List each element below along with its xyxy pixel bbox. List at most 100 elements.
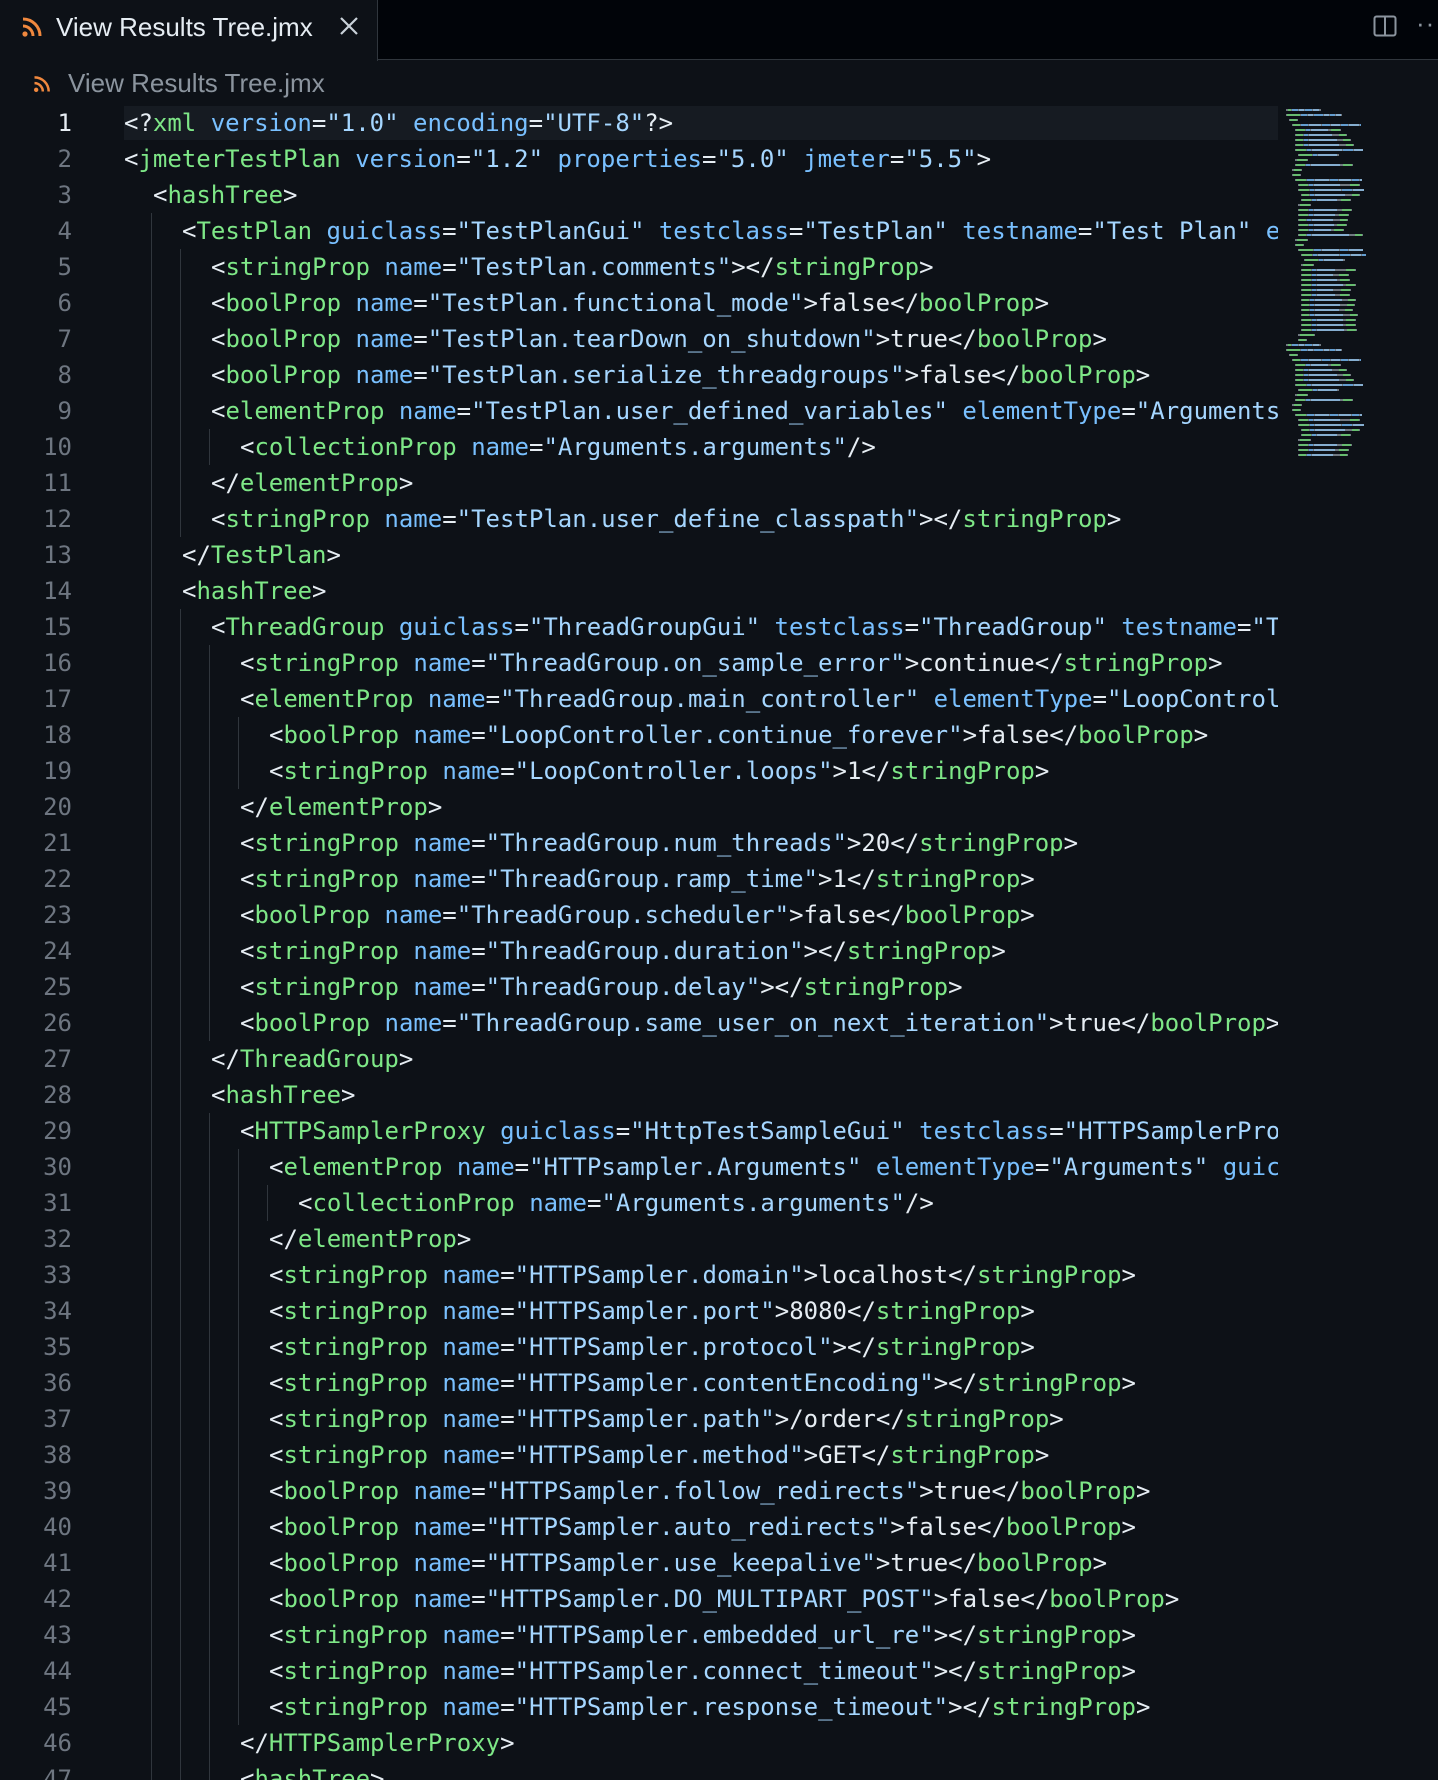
token-attr: name xyxy=(427,685,486,713)
code-line[interactable]: 10 <collectionProp name="Arguments.argume… xyxy=(0,429,1280,465)
minimap[interactable] xyxy=(1282,105,1438,465)
token-str: "ThreadGroup.main_controller" xyxy=(500,685,920,713)
minimap-mark xyxy=(1337,154,1339,156)
minimap-mark xyxy=(1336,349,1341,351)
token-punc xyxy=(428,1333,442,1361)
token-punc: ></ xyxy=(919,505,963,533)
code-line[interactable]: 40 <boolProp name="HTTPSampler.auto_redir… xyxy=(0,1509,1280,1545)
minimap-mark xyxy=(1349,234,1355,236)
code-line[interactable]: 11 </elementProp> xyxy=(0,465,1280,501)
minimap-mark xyxy=(1307,414,1314,416)
code-line[interactable]: 2 <jmeterTestPlan version="1.2" propertie… xyxy=(0,141,1280,177)
code-line[interactable]: 31 <collectionProp name="Arguments.argume… xyxy=(0,1185,1280,1221)
minimap-mark xyxy=(1315,424,1341,426)
code-line[interactable]: 37 <stringProp name="HTTPSampler.path">/o… xyxy=(0,1401,1280,1437)
minimap-mark xyxy=(1339,179,1351,181)
minimap-mark xyxy=(1330,349,1335,351)
code-line[interactable]: 4 <TestPlan guiclass="TestPlanGui" testcl… xyxy=(0,213,1280,249)
minimap-mark xyxy=(1314,184,1340,186)
code-line[interactable]: 17 <elementProp name="ThreadGroup.main_co… xyxy=(0,681,1280,717)
code-line[interactable]: 29 <HTTPSamplerProxy guiclass="HttpTestSa… xyxy=(0,1113,1280,1149)
token-punc: > xyxy=(1034,289,1050,317)
code-line[interactable]: 38 <stringProp name="HTTPSampler.method">… xyxy=(0,1437,1280,1473)
minimap-mark xyxy=(1296,384,1306,386)
minimap-mark xyxy=(1298,214,1299,216)
more-actions-icon[interactable]: ··· xyxy=(1416,8,1438,39)
minimap-mark xyxy=(1347,454,1348,456)
code-line[interactable]: 8 <boolProp name="TestPlan.serialize_thre… xyxy=(0,357,1280,393)
code-editor[interactable]: 1 <?xml version="1.0" encoding="UTF-8"?> 2… xyxy=(0,105,1280,1780)
minimap-mark xyxy=(1318,254,1339,256)
code-line[interactable]: 43 <stringProp name="HTTPSampler.embedded… xyxy=(0,1617,1280,1653)
breadcrumb-file[interactable]: View Results Tree.jmx xyxy=(68,68,325,99)
minimap-mark xyxy=(1355,284,1356,286)
code-line[interactable]: 34 <stringProp name="HTTPSampler.port">80… xyxy=(0,1293,1280,1329)
split-editor-icon[interactable] xyxy=(1372,13,1398,39)
minimap-mark xyxy=(1346,134,1347,136)
minimap-mark xyxy=(1311,319,1312,321)
code-line[interactable]: 1 <?xml version="1.0" encoding="UTF-8"?> xyxy=(0,105,1280,141)
code-line[interactable]: 13 </TestPlan> xyxy=(0,537,1280,573)
close-icon[interactable] xyxy=(336,13,362,39)
minimap-mark xyxy=(1312,269,1316,271)
code-line[interactable]: 33 <stringProp name="HTTPSampler.domain">… xyxy=(0,1257,1280,1293)
minimap-mark xyxy=(1309,309,1310,311)
code-line[interactable]: 21 <stringProp name="ThreadGroup.num_thre… xyxy=(0,825,1280,861)
code-line[interactable]: 7 <boolProp name="TestPlan.tearDown_on_sh… xyxy=(0,321,1280,357)
code-line[interactable]: 32 </elementProp> xyxy=(0,1221,1280,1257)
code-line[interactable]: 23 <boolProp name="ThreadGroup.scheduler"… xyxy=(0,897,1280,933)
code-line[interactable]: 6 <boolProp name="TestPlan.functional_mod… xyxy=(0,285,1280,321)
code-line[interactable]: 24 <stringProp name="ThreadGroup.duration… xyxy=(0,933,1280,969)
minimap-mark xyxy=(1304,139,1308,141)
minimap-mark xyxy=(1315,309,1339,311)
minimap-mark xyxy=(1301,279,1302,281)
token-tag: boolProp xyxy=(919,289,1035,317)
token-attr: version xyxy=(210,109,312,137)
code-line[interactable]: 44 <stringProp name="HTTPSampler.connect_… xyxy=(0,1653,1280,1689)
minimap-mark xyxy=(1313,154,1317,156)
code-line[interactable]: 12 <stringProp name="TestPlan.user_define… xyxy=(0,501,1280,537)
code-line[interactable]: 27 </ThreadGroup> xyxy=(0,1041,1280,1077)
code-line[interactable]: 19 <stringProp name="LoopController.loops… xyxy=(0,753,1280,789)
code-line[interactable]: 26 <boolProp name="ThreadGroup.same_user_… xyxy=(0,1005,1280,1041)
code-line[interactable]: 15 <ThreadGroup guiclass="ThreadGroupGui"… xyxy=(0,609,1280,645)
minimap-mark xyxy=(1329,114,1330,116)
token-tag: stringProp xyxy=(904,1405,1050,1433)
code-line[interactable]: 9 <elementProp name="TestPlan.user_define… xyxy=(0,393,1280,429)
code-line[interactable]: 5 <stringProp name="TestPlan.comments"></… xyxy=(0,249,1280,285)
token-tag: stringProp xyxy=(254,973,399,1001)
code-line[interactable]: 22 <stringProp name="ThreadGroup.ramp_tim… xyxy=(0,861,1280,897)
minimap-mark xyxy=(1352,164,1353,166)
code-line[interactable]: 47 <hashTree> xyxy=(0,1761,1280,1780)
token-str: "HTTPSampler.auto_redirects" xyxy=(485,1513,891,1541)
code-text: <boolProp name="TestPlan.tearDown_on_shu… xyxy=(124,325,1278,353)
code-line[interactable]: 39 <boolProp name="HTTPSampler.follow_red… xyxy=(0,1473,1280,1509)
minimap-mark xyxy=(1304,379,1308,381)
code-line[interactable]: 3 <hashTree> xyxy=(0,177,1280,213)
token-punc: < xyxy=(240,1009,255,1037)
code-line[interactable]: 30 <elementProp name="HTTPsampler.Argumen… xyxy=(0,1149,1280,1185)
minimap-mark xyxy=(1302,299,1309,301)
minimap-mark xyxy=(1312,319,1316,321)
code-line[interactable]: 25 <stringProp name="ThreadGroup.delay"><… xyxy=(0,969,1280,1005)
code-text: <stringProp name="ThreadGroup.duration">… xyxy=(124,937,1278,965)
code-line[interactable]: 20 </elementProp> xyxy=(0,789,1280,825)
minimap-mark xyxy=(1301,359,1308,361)
minimap-mark xyxy=(1288,109,1291,111)
code-line[interactable]: 36 <stringProp name="HTTPSampler.contentE… xyxy=(0,1365,1280,1401)
minimap-mark xyxy=(1314,189,1315,191)
minimap-mark xyxy=(1313,449,1314,451)
minimap-mark xyxy=(1348,214,1349,216)
code-line[interactable]: 18 <boolProp name="LoopController.continu… xyxy=(0,717,1280,753)
minimap-mark xyxy=(1301,314,1302,316)
code-line[interactable]: 14 <hashTree> xyxy=(0,573,1280,609)
code-line[interactable]: 35 <stringProp name="HTTPSampler.protocol… xyxy=(0,1329,1280,1365)
tab-view-results-tree[interactable]: View Results Tree.jmx xyxy=(0,0,378,61)
token-punc: = xyxy=(413,361,428,389)
code-line[interactable]: 46 </HTTPSamplerProxy> xyxy=(0,1725,1280,1761)
code-line[interactable]: 45 <stringProp name="HTTPSampler.response… xyxy=(0,1689,1280,1725)
code-line[interactable]: 41 <boolProp name="HTTPSampler.use_keepal… xyxy=(0,1545,1280,1581)
code-line[interactable]: 42 <boolProp name="HTTPSampler.DO_MULTIPA… xyxy=(0,1581,1280,1617)
code-line[interactable]: 16 <stringProp name="ThreadGroup.on_sampl… xyxy=(0,645,1280,681)
code-line[interactable]: 28 <hashTree> xyxy=(0,1077,1280,1113)
